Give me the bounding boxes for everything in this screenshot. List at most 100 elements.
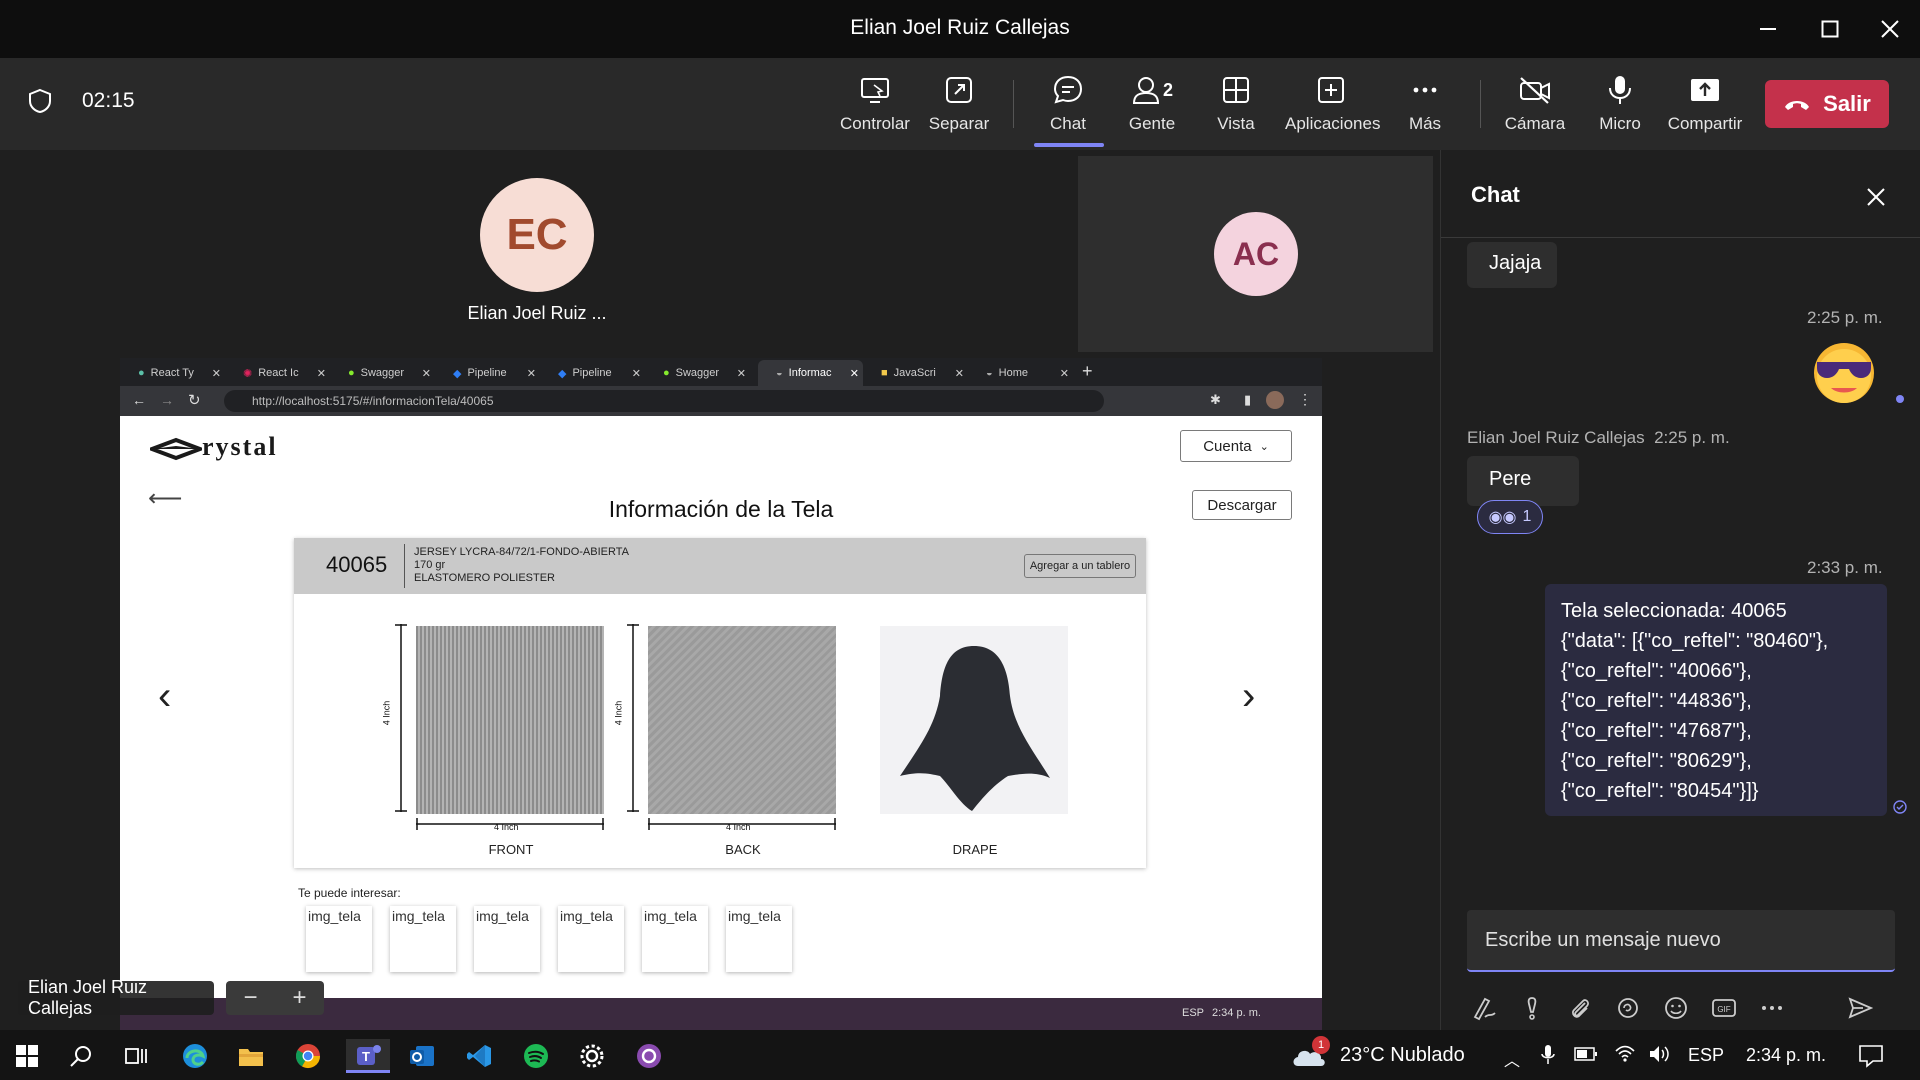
more-button[interactable]: Más: [1380, 72, 1470, 134]
gear-icon: [580, 1044, 604, 1068]
browser-tab[interactable]: ◆ Pipeline ✕: [435, 360, 540, 386]
meeting-toolbar: 02:15 Controlar Separar Chat 2 Gente Vis…: [0, 58, 1920, 150]
clock[interactable]: 2:34 p. m.: [1746, 1045, 1826, 1066]
browser-tab[interactable]: ◆ Pipeline ✕: [540, 360, 645, 386]
chat-button[interactable]: Chat: [1023, 72, 1113, 134]
browser-tab-active[interactable]: ◒ Informac ✕: [758, 360, 863, 386]
close-chat-icon[interactable]: [1866, 187, 1886, 207]
more-options-icon[interactable]: [1759, 995, 1785, 1021]
close-tab-icon: ✕: [526, 367, 536, 380]
weather-text[interactable]: 23°C Nublado: [1340, 1044, 1465, 1067]
new-tab-icon[interactable]: +: [1082, 361, 1093, 382]
read-receipt-icon: [1896, 395, 1904, 403]
edge-app[interactable]: [178, 1039, 212, 1073]
drape-image[interactable]: [880, 626, 1068, 814]
leave-button[interactable]: Salir: [1765, 80, 1889, 128]
close-window-button[interactable]: [1870, 10, 1910, 48]
profile-avatar[interactable]: [1266, 391, 1284, 409]
browser-tab[interactable]: ● React Ty ✕: [120, 360, 225, 386]
start-button[interactable]: [10, 1039, 44, 1073]
notifications-icon[interactable]: [1858, 1044, 1884, 1068]
compose-toolbar: GIF: [1471, 995, 1901, 1021]
language-indicator[interactable]: ESP: [1688, 1045, 1724, 1066]
battery-icon[interactable]: [1574, 1047, 1598, 1061]
sidepanel-icon[interactable]: ▮: [1244, 392, 1251, 408]
chat-panel: Chat Jajaja 2:25 p. m. Elian Joel Ruiz C…: [1440, 150, 1920, 1030]
svg-text:GIF: GIF: [1717, 1005, 1730, 1014]
browser-tab[interactable]: ✺ React Ic ✕: [225, 360, 330, 386]
gif-icon[interactable]: GIF: [1711, 995, 1737, 1021]
browser-tab[interactable]: ● Swagger ✕: [330, 360, 435, 386]
zoom-out-icon[interactable]: −: [243, 984, 257, 1012]
tray-chevron-icon[interactable]: ︿: [1504, 1047, 1520, 1071]
suggested-fabric-thumb[interactable]: img_tela: [642, 906, 708, 972]
wifi-icon[interactable]: [1614, 1043, 1636, 1063]
send-icon[interactable]: [1847, 995, 1873, 1021]
view-button[interactable]: Vista: [1191, 72, 1281, 134]
reload-icon[interactable]: ↻: [188, 391, 201, 409]
mic-button[interactable]: Micro: [1575, 72, 1665, 134]
format-icon[interactable]: [1471, 995, 1497, 1021]
forward-icon[interactable]: →: [160, 392, 174, 408]
browser-menu-icon[interactable]: ⋮: [1298, 391, 1312, 408]
folder-icon: [239, 1049, 263, 1066]
browser-tab[interactable]: ◒ Home ✕: [968, 360, 1073, 386]
chrome-app[interactable]: [291, 1039, 325, 1073]
participant-tile-ac[interactable]: AC: [1078, 156, 1433, 352]
back-icon[interactable]: ←: [132, 392, 146, 408]
weather-widget[interactable]: 1: [1290, 1036, 1330, 1070]
browser-tab-strip: ● React Ty ✕ ✺ React Ic ✕ ● Swagger ✕ ◆ Pipelin…: [120, 358, 1322, 386]
shield-icon[interactable]: [28, 88, 52, 114]
zoom-in-icon[interactable]: +: [292, 984, 306, 1012]
share-button[interactable]: Compartir: [1660, 72, 1750, 134]
prev-arrow-icon[interactable]: ‹: [158, 674, 171, 719]
github-desktop-app[interactable]: [632, 1039, 666, 1073]
chat-active-indicator: [1034, 143, 1104, 147]
control-button[interactable]: Controlar: [830, 72, 920, 134]
front-swatch-image[interactable]: [416, 626, 604, 814]
extensions-icon[interactable]: ✱: [1210, 392, 1221, 408]
popout-button[interactable]: Separar: [914, 72, 1004, 134]
share-screen-icon: [1691, 79, 1719, 101]
chat-icon: [1053, 75, 1083, 104]
people-count: 2: [1162, 79, 1173, 100]
url-field[interactable]: http://localhost:5175/#/informacionTela/…: [224, 390, 1104, 412]
browser-tab[interactable]: ● Swagger ✕: [645, 360, 750, 386]
search-button[interactable]: [64, 1039, 98, 1073]
message-input[interactable]: Escribe un mensaje nuevo: [1467, 910, 1895, 972]
file-explorer-app[interactable]: [234, 1039, 268, 1073]
download-button[interactable]: Descargar: [1192, 490, 1292, 520]
add-to-board-button[interactable]: Agregar a un tablero: [1024, 554, 1136, 578]
loop-icon[interactable]: [1615, 995, 1641, 1021]
settings-app[interactable]: [575, 1039, 609, 1073]
browser-tab[interactable]: ■ JavaScri ✕: [863, 360, 968, 386]
apps-button[interactable]: Aplicaciones: [1285, 72, 1380, 134]
attach-icon[interactable]: [1567, 995, 1593, 1021]
next-arrow-icon[interactable]: ›: [1242, 674, 1255, 719]
task-view-button[interactable]: [118, 1039, 152, 1073]
important-icon[interactable]: [1519, 995, 1545, 1021]
camera-button[interactable]: Cámara: [1490, 72, 1580, 134]
minimize-button[interactable]: [1748, 10, 1788, 48]
suggested-fabric-thumb[interactable]: img_tela: [306, 906, 372, 972]
back-swatch-image[interactable]: [648, 626, 836, 814]
vscode-app[interactable]: [462, 1039, 496, 1073]
tray-microphone-icon[interactable]: [1540, 1044, 1556, 1066]
github-icon: [637, 1044, 661, 1068]
reaction-pill[interactable]: ◉◉ 1: [1477, 500, 1543, 534]
zoom-controls: − +: [226, 981, 324, 1015]
outlook-app[interactable]: [405, 1039, 439, 1073]
maximize-button[interactable]: [1810, 10, 1850, 48]
suggested-fabric-thumb[interactable]: img_tela: [474, 906, 540, 972]
volume-icon[interactable]: [1648, 1044, 1672, 1064]
account-dropdown[interactable]: Cuenta ⌄: [1180, 430, 1292, 462]
teams-app[interactable]: T: [346, 1039, 390, 1073]
people-button[interactable]: 2 Gente: [1107, 72, 1197, 134]
crystal-logo[interactable]: rystal: [146, 432, 278, 462]
spotify-app[interactable]: [519, 1039, 553, 1073]
height-dimension-icon: [627, 624, 639, 812]
suggested-fabric-thumb[interactable]: img_tela: [558, 906, 624, 972]
emoji-icon[interactable]: [1663, 995, 1689, 1021]
suggested-fabric-thumb[interactable]: img_tela: [390, 906, 456, 972]
suggested-fabric-thumb[interactable]: img_tela: [726, 906, 792, 972]
